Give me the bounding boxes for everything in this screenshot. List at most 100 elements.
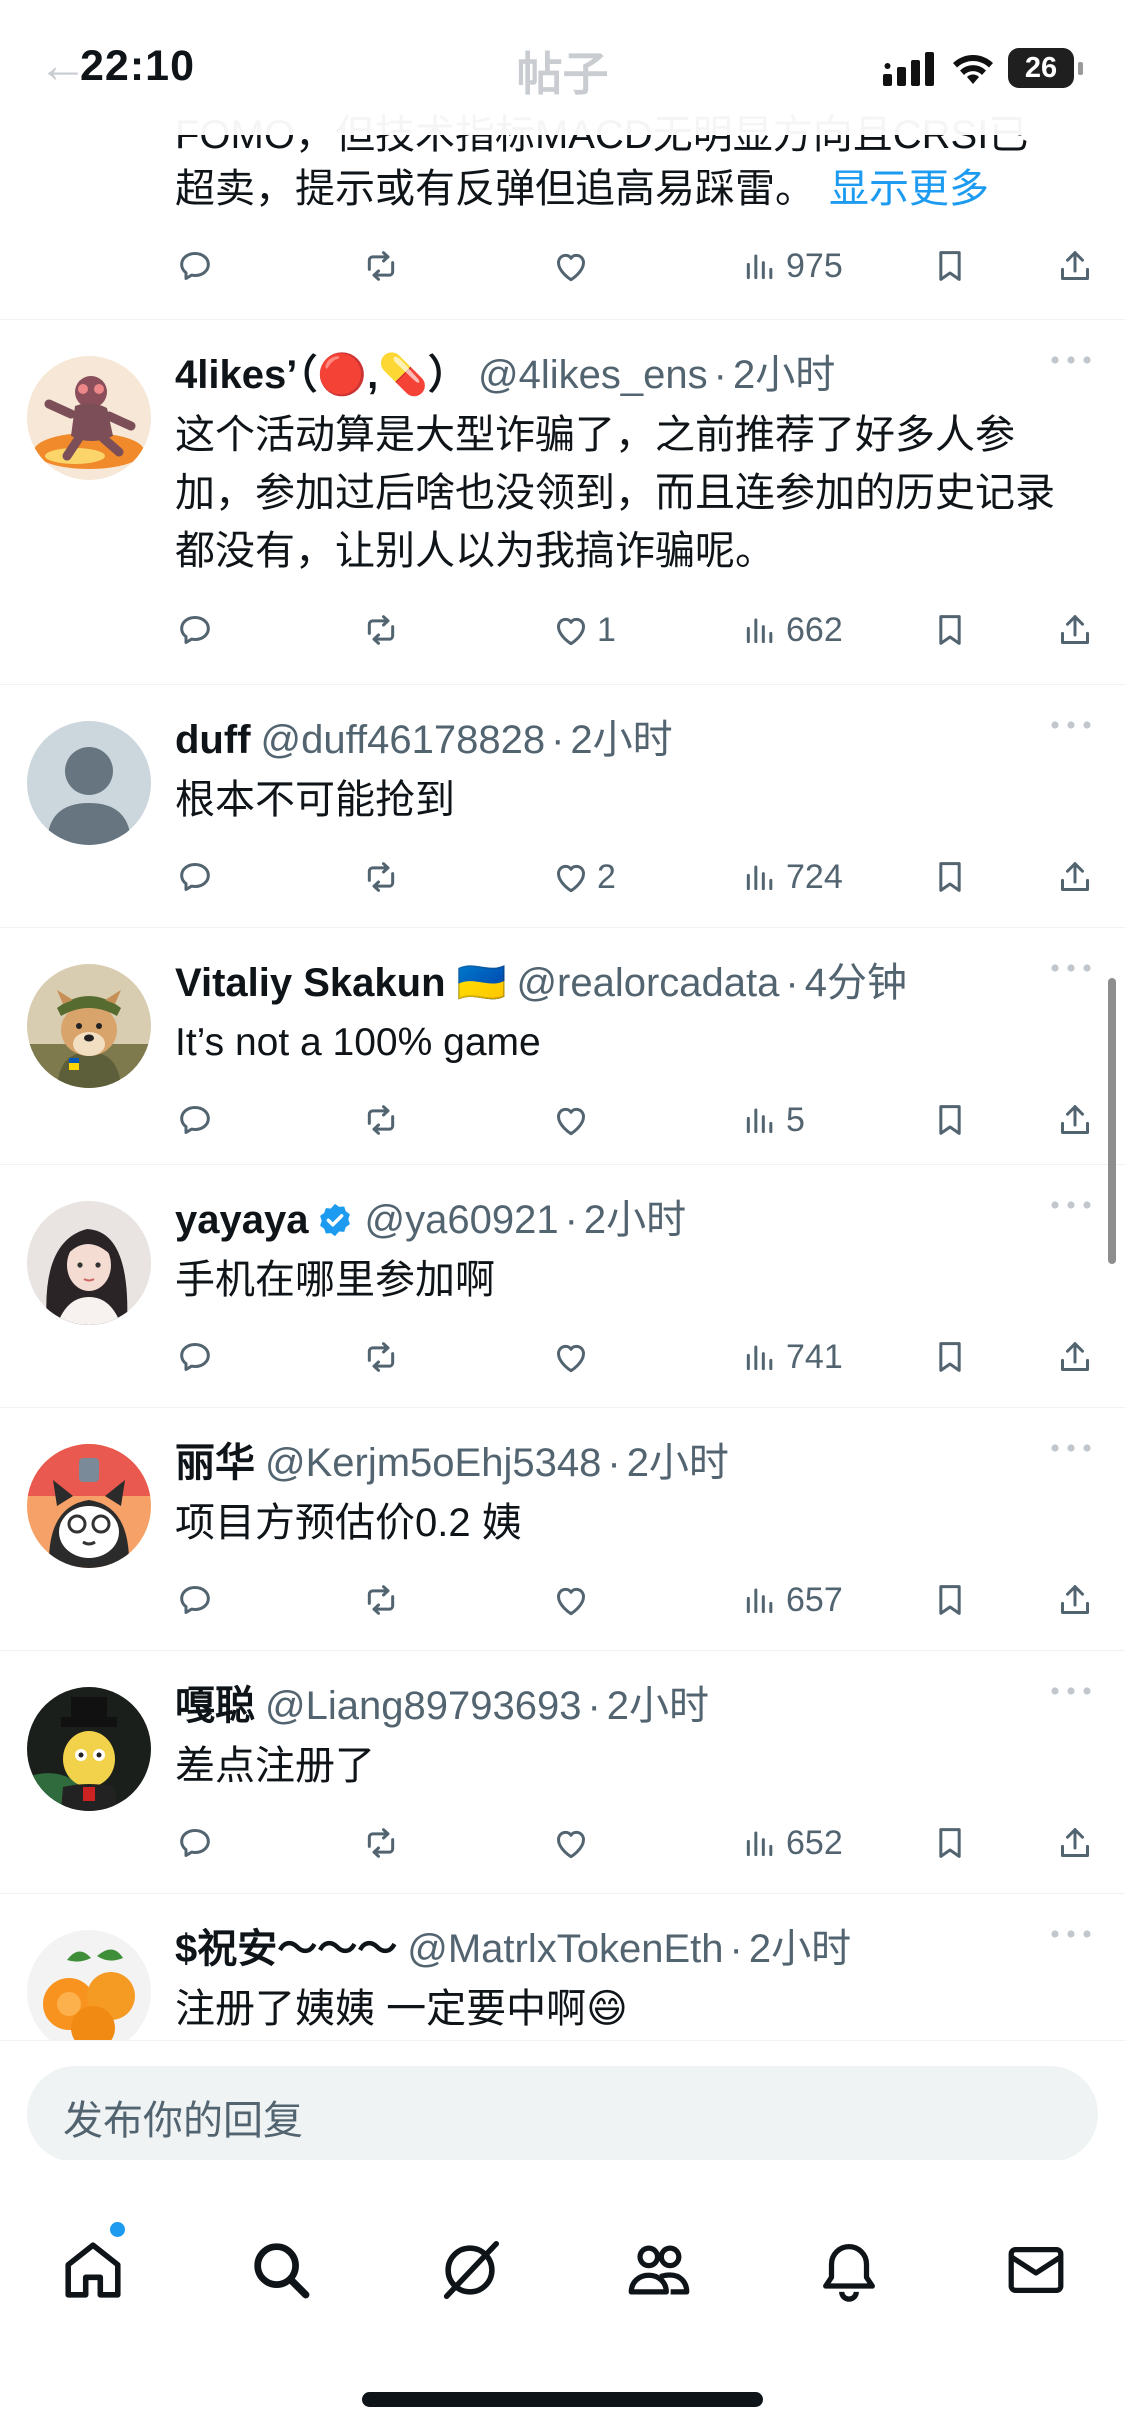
heart-icon [551, 1337, 591, 1377]
display-name[interactable]: yayaya [175, 1198, 308, 1242]
more-icon[interactable] [1047, 715, 1095, 735]
bookmark-button[interactable] [930, 851, 970, 903]
repost-button[interactable] [361, 240, 401, 292]
more-icon[interactable] [1047, 1438, 1095, 1458]
share-button[interactable] [1055, 1094, 1095, 1146]
bookmark-button[interactable] [930, 604, 970, 656]
display-name[interactable]: 嘎聪 [175, 1684, 255, 1728]
reply-input[interactable]: 发布你的回复 [27, 2066, 1098, 2162]
views-button[interactable]: 5 [740, 1094, 805, 1146]
reply-item[interactable]: 4likes’（🔴,💊） @4likes_ens · 2小时 这个活动算是大型诈骗了，… [0, 320, 1125, 685]
nav-grok[interactable] [430, 2230, 510, 2310]
reply-item[interactable]: duff @duff46178828 · 2小时 根本不可能抢到 2 724 [0, 685, 1125, 928]
timestamp[interactable]: 2小时 [627, 1441, 729, 1485]
nav-search[interactable] [241, 2230, 321, 2310]
bookmark-button[interactable] [930, 1574, 970, 1626]
share-button[interactable] [1055, 604, 1095, 656]
display-name[interactable]: 4likes’（🔴,💊） [175, 353, 468, 397]
reply-item[interactable]: 嘎聪 @Liang89793693 · 2小时 差点注册了 652 [0, 1651, 1125, 1894]
reply-button[interactable] [175, 240, 215, 292]
like-button[interactable] [551, 1817, 591, 1869]
reply-button[interactable] [175, 1094, 215, 1146]
user-handle[interactable]: @realorcadata [516, 961, 779, 1005]
scrollbar[interactable] [1108, 978, 1116, 1264]
like-button[interactable]: 2 [551, 851, 616, 903]
display-name[interactable]: duff [175, 718, 251, 762]
timestamp[interactable]: 2小时 [584, 1198, 686, 1242]
avatar[interactable] [27, 356, 151, 480]
user-handle[interactable]: @Kerjm5oEhj5348 [265, 1441, 601, 1485]
avatar[interactable] [27, 721, 151, 845]
more-icon[interactable] [1047, 1924, 1095, 1944]
more-icon[interactable] [1047, 350, 1095, 370]
user-handle[interactable]: @Liang89793693 [265, 1684, 581, 1728]
views-button[interactable]: 975 [740, 240, 843, 292]
share-button[interactable] [1055, 1331, 1095, 1383]
avatar[interactable] [27, 1687, 151, 1811]
like-button[interactable] [551, 1094, 591, 1146]
repost-button[interactable] [361, 851, 401, 903]
views-button[interactable]: 652 [740, 1817, 843, 1869]
avatar[interactable] [27, 1201, 151, 1325]
display-name[interactable]: Vitaliy Skakun 🇺🇦 [175, 961, 506, 1005]
reply-button[interactable] [175, 604, 215, 656]
timestamp[interactable]: 2小时 [733, 353, 835, 397]
more-icon[interactable] [1047, 1681, 1095, 1701]
repost-button[interactable] [361, 1094, 401, 1146]
reply-button[interactable] [175, 1574, 215, 1626]
share-icon [1055, 857, 1095, 897]
reply-button[interactable] [175, 851, 215, 903]
bookmark-button[interactable] [930, 1094, 970, 1146]
like-button[interactable] [551, 1574, 591, 1626]
views-button[interactable]: 657 [740, 1574, 843, 1626]
avatar[interactable] [27, 1444, 151, 1568]
home-indicator [362, 2392, 763, 2407]
repost-button[interactable] [361, 1817, 401, 1869]
views-button[interactable]: 724 [740, 851, 843, 903]
more-icon[interactable] [1047, 1195, 1095, 1215]
share-button[interactable] [1055, 240, 1095, 292]
view-count: 652 [786, 1823, 843, 1862]
reply-item[interactable]: Vitaliy Skakun 🇺🇦 @realorcadata · 4分钟 It’s … [0, 928, 1125, 1165]
reply-item[interactable]: yayaya @ya60921 · 2小时 手机在哪里参加啊 741 [0, 1165, 1125, 1408]
nav-home[interactable] [53, 2230, 133, 2310]
user-handle[interactable]: @4likes_ens [478, 353, 708, 397]
share-button[interactable] [1055, 851, 1095, 903]
user-handle[interactable]: @duff46178828 [261, 718, 546, 762]
timestamp[interactable]: 2小时 [570, 718, 672, 762]
avatar[interactable] [27, 1930, 151, 2044]
display-name[interactable]: 丽华 [175, 1441, 255, 1485]
repost-button[interactable] [361, 1574, 401, 1626]
bookmark-button[interactable] [930, 1817, 970, 1869]
repost-button[interactable] [361, 1331, 401, 1383]
timestamp[interactable]: 4分钟 [805, 961, 907, 1005]
like-button[interactable] [551, 1331, 591, 1383]
reply-button[interactable] [175, 1817, 215, 1869]
nav-messages[interactable] [996, 2230, 1076, 2310]
user-handle[interactable]: @ya60921 [364, 1198, 558, 1242]
reply-item[interactable]: $祝安～～～ @MatrlxTokenEth · 2小时 注册了姨姨 一定要中啊😄 [0, 1894, 1125, 2044]
bookmark-icon [930, 1823, 970, 1863]
timestamp[interactable]: 2小时 [749, 1927, 851, 1971]
reply-header: Vitaliy Skakun 🇺🇦 @realorcadata · 4分钟 [175, 961, 907, 1005]
repost-button[interactable] [361, 604, 401, 656]
show-more-link[interactable]: 显示更多 [829, 167, 989, 211]
views-button[interactable]: 662 [740, 604, 843, 656]
bookmark-button[interactable] [930, 240, 970, 292]
display-name[interactable]: $祝安～～～ [175, 1927, 397, 1971]
share-button[interactable] [1055, 1574, 1095, 1626]
views-button[interactable]: 741 [740, 1331, 843, 1383]
reply-button[interactable] [175, 1331, 215, 1383]
nav-communities[interactable] [619, 2230, 699, 2310]
repost-icon [361, 857, 401, 897]
like-button[interactable] [551, 240, 597, 292]
like-button[interactable]: 1 [551, 604, 616, 656]
user-handle[interactable]: @MatrlxTokenEth [407, 1927, 723, 1971]
reply-item[interactable]: 丽华 @Kerjm5oEhj5348 · 2小时 项目方预估价0.2 姨 657 [0, 1408, 1125, 1651]
share-button[interactable] [1055, 1817, 1095, 1869]
avatar[interactable] [27, 964, 151, 1088]
more-icon[interactable] [1047, 958, 1095, 978]
nav-notifications[interactable] [809, 2230, 889, 2310]
bookmark-button[interactable] [930, 1331, 970, 1383]
timestamp[interactable]: 2小时 [607, 1684, 709, 1728]
